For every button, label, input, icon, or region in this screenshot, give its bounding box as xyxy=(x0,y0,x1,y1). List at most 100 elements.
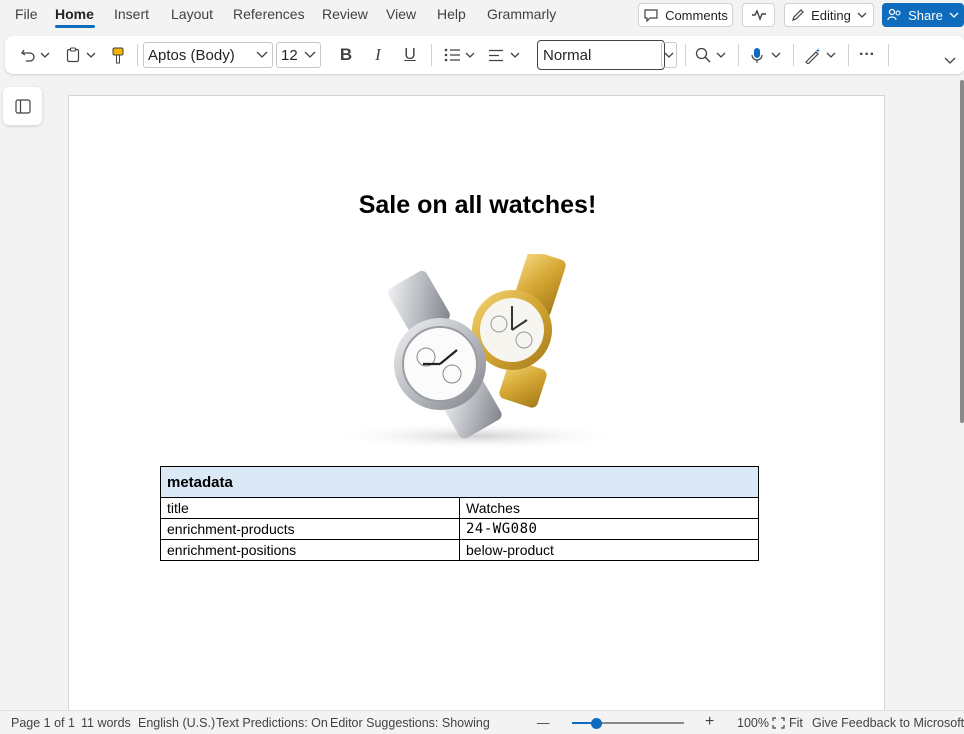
zoom-in-button[interactable]: + xyxy=(705,713,714,731)
bullets-button[interactable] xyxy=(441,43,463,67)
chevron-down-icon xyxy=(826,52,836,58)
page-count[interactable]: Page 1 of 1 xyxy=(11,716,75,730)
menu-home[interactable]: Home xyxy=(55,6,94,22)
designer-dropdown[interactable] xyxy=(824,43,838,67)
menu-layout[interactable]: Layout xyxy=(171,6,213,22)
style-select[interactable]: Normal xyxy=(537,40,665,70)
feedback-link[interactable]: Give Feedback to Microsoft xyxy=(812,716,964,730)
italic-button[interactable]: I xyxy=(367,43,389,67)
format-painter-button[interactable] xyxy=(108,43,128,67)
chevron-down-icon xyxy=(716,52,726,58)
clipboard-icon xyxy=(66,47,80,63)
menu-file[interactable]: File xyxy=(15,6,38,22)
underline-button[interactable]: U xyxy=(399,43,421,67)
search-icon xyxy=(695,47,711,63)
chevron-down-icon xyxy=(304,51,316,58)
active-tab-underline xyxy=(55,25,95,28)
bullets-dropdown[interactable] xyxy=(463,43,477,67)
fit-button[interactable]: Fit xyxy=(772,716,803,730)
chevron-down-icon xyxy=(510,52,520,58)
share-label: Share xyxy=(908,7,943,23)
word-count[interactable]: 11 words xyxy=(81,716,131,730)
comment-icon xyxy=(644,9,658,23)
paste-button[interactable] xyxy=(63,43,83,67)
menu-bar: File Home Insert Layout References Revie… xyxy=(0,0,964,32)
ribbon-separator xyxy=(793,44,794,66)
table-cell-value[interactable]: Watches xyxy=(459,497,759,519)
ribbon-separator xyxy=(685,44,686,66)
editing-mode-button[interactable]: Editing xyxy=(784,3,874,27)
ribbon-expand-button[interactable] xyxy=(941,48,959,72)
chevron-down-icon xyxy=(944,57,956,64)
style-value: Normal xyxy=(543,46,592,64)
bullet-list-icon xyxy=(444,48,460,62)
designer-button[interactable] xyxy=(801,43,825,67)
undo-button[interactable] xyxy=(17,43,39,67)
text-predictions-status[interactable]: Text Predictions: On xyxy=(216,716,328,730)
table-cell-key[interactable]: title xyxy=(160,497,460,519)
document-title: Sale on all watches! xyxy=(358,191,597,219)
find-dropdown[interactable] xyxy=(714,43,728,67)
dictate-button[interactable] xyxy=(747,43,767,67)
comments-button[interactable]: Comments xyxy=(638,3,733,27)
language-status[interactable]: English (U.S.) xyxy=(138,716,215,730)
share-button[interactable]: Share xyxy=(882,3,964,27)
chevron-down-icon xyxy=(40,52,50,58)
menu-grammarly[interactable]: Grammarly xyxy=(487,6,556,22)
ribbon-separator xyxy=(888,44,889,66)
zoom-slider-thumb[interactable] xyxy=(591,717,603,729)
dictate-dropdown[interactable] xyxy=(769,43,783,67)
paste-dropdown[interactable] xyxy=(84,43,98,67)
watches-image xyxy=(327,254,627,450)
editor-suggestions-status[interactable]: Editor Suggestions: Showing xyxy=(330,716,490,730)
table-cell-key[interactable]: enrichment-positions xyxy=(160,539,460,561)
align-dropdown[interactable] xyxy=(508,43,522,67)
menu-references[interactable]: References xyxy=(233,6,305,22)
chevron-down-icon xyxy=(256,51,268,58)
zoom-level[interactable]: 100% xyxy=(737,716,769,730)
bold-button[interactable]: B xyxy=(335,43,357,67)
ribbon-toolbar: Aptos (Body) 12 B I U Normal ··· xyxy=(5,36,964,74)
menu-insert[interactable]: Insert xyxy=(114,6,149,22)
style-dropdown[interactable] xyxy=(661,42,677,68)
undo-icon xyxy=(21,49,35,62)
table-cell-key[interactable]: enrichment-products xyxy=(160,518,460,540)
table-row: enrichment-positions below-product xyxy=(160,539,759,561)
zoom-slider[interactable] xyxy=(572,717,684,729)
align-left-icon xyxy=(489,49,503,61)
microphone-icon xyxy=(751,47,763,63)
menu-help[interactable]: Help xyxy=(437,6,466,22)
table-cell-value[interactable]: 24-WG080 xyxy=(459,518,759,540)
undo-dropdown[interactable] xyxy=(38,43,52,67)
font-size-select[interactable]: 12 xyxy=(276,42,321,68)
table-cell-value[interactable]: below-product xyxy=(459,539,759,561)
zoom-out-button[interactable]: — xyxy=(537,716,550,730)
document-page[interactable]: Sale on all watches! metadata title Watc… xyxy=(68,95,885,734)
font-name-select[interactable]: Aptos (Body) xyxy=(143,42,273,68)
vertical-scrollbar[interactable] xyxy=(960,80,964,423)
chevron-down-icon xyxy=(664,52,674,58)
align-button[interactable] xyxy=(485,43,507,67)
ribbon-separator xyxy=(738,44,739,66)
menu-view[interactable]: View xyxy=(386,6,416,22)
navigation-pane-button[interactable] xyxy=(3,87,42,125)
table-row: enrichment-products 24-WG080 xyxy=(160,518,759,540)
activity-button[interactable] xyxy=(742,3,775,27)
metadata-table[interactable]: metadata title Watches enrichment-produc… xyxy=(160,466,759,561)
chevron-down-icon xyxy=(465,52,475,58)
people-icon xyxy=(887,8,901,21)
more-options-button[interactable]: ··· xyxy=(855,43,879,67)
magic-pen-icon xyxy=(805,47,821,64)
activity-icon xyxy=(751,9,766,21)
ribbon-separator xyxy=(137,44,138,66)
font-size-value: 12 xyxy=(281,46,298,64)
editing-label: Editing xyxy=(811,7,851,23)
menu-review[interactable]: Review xyxy=(322,6,368,22)
comments-label: Comments xyxy=(665,7,728,23)
chevron-down-icon xyxy=(857,12,867,18)
ribbon-separator xyxy=(431,44,432,66)
find-button[interactable] xyxy=(693,43,713,67)
fit-label: Fit xyxy=(789,716,803,730)
format-painter-icon xyxy=(112,47,124,63)
metadata-table-header[interactable]: metadata xyxy=(160,466,759,498)
